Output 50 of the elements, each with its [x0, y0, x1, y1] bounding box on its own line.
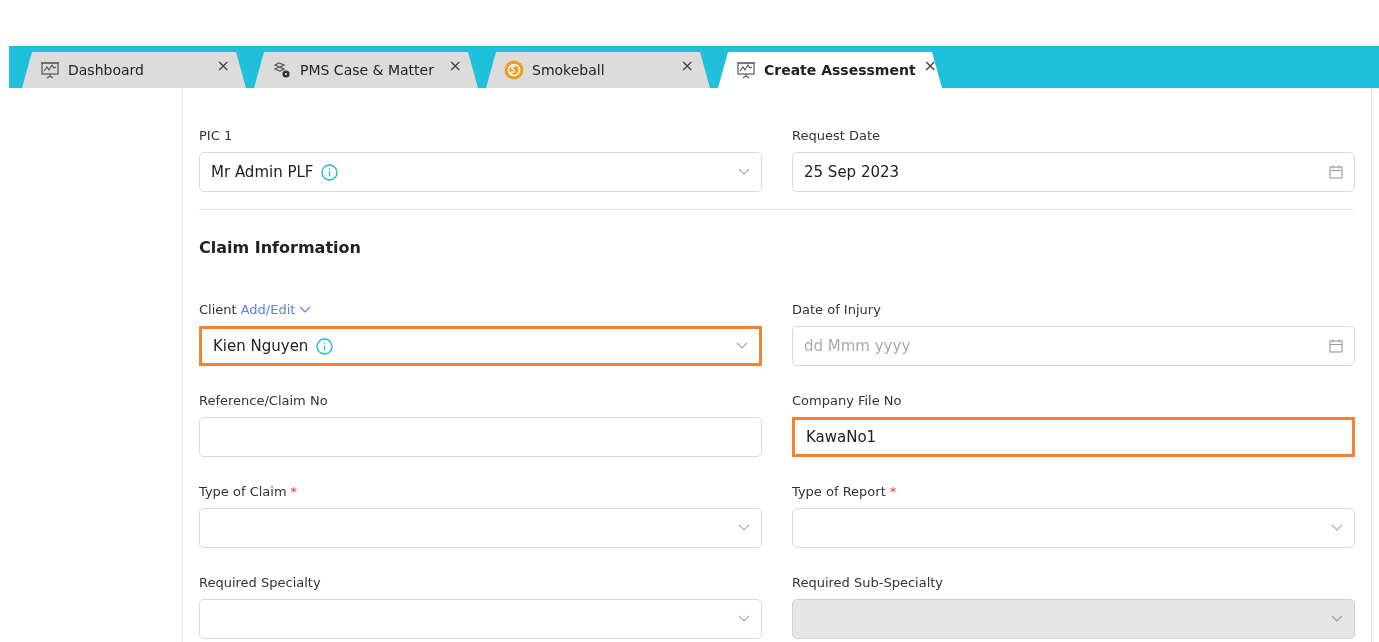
info-icon[interactable] [316, 337, 334, 355]
field-placeholder: dd Mmm yyyy [804, 335, 911, 357]
field-label: Company File No [792, 392, 902, 411]
select-field[interactable] [792, 508, 1355, 548]
info-icon[interactable] [321, 163, 339, 181]
input-field[interactable] [199, 417, 762, 457]
select-field[interactable]: Kien Nguyen [199, 326, 762, 366]
field-label: Type of Claim [199, 483, 287, 502]
select-field[interactable]: Mr Admin PLF [199, 152, 762, 192]
field-label: Client [199, 301, 237, 320]
field-label: Type of Report [792, 483, 886, 502]
field-label: PIC 1 [199, 127, 233, 146]
field-value: Kien Nguyen [213, 335, 309, 357]
chevron-down-icon [1331, 524, 1343, 532]
chevron-down-icon [738, 168, 750, 176]
field-label: Date of Injury [792, 301, 881, 320]
gears-icon [272, 61, 292, 79]
chevron-down-icon [299, 306, 312, 314]
calendar-icon[interactable] [1329, 165, 1343, 179]
close-icon[interactable]: × [216, 54, 230, 78]
field-label: Required Sub-Specialty [792, 574, 944, 593]
tab[interactable]: PMS Case & Matter × [254, 52, 478, 88]
required-asterisk: * [889, 483, 897, 502]
required-asterisk: * [290, 483, 298, 502]
field-value: Mr Admin PLF [211, 161, 314, 183]
field-value: 25 Sep 2023 [804, 161, 900, 183]
field-label: Reference/Claim No [199, 392, 328, 411]
brand-logo-icon [504, 60, 524, 80]
field-value: KawaNo1 [806, 426, 877, 448]
close-icon[interactable]: × [923, 54, 937, 78]
presentation-chart-icon [736, 61, 756, 79]
add-edit-link[interactable]: Add/Edit [240, 300, 312, 320]
chevron-down-icon [738, 524, 750, 532]
select-field[interactable] [199, 599, 762, 639]
close-icon[interactable]: × [448, 54, 462, 78]
section-title: Claim Information [199, 237, 362, 259]
tab[interactable]: Smokeball × [486, 52, 710, 88]
presentation-chart-icon [40, 61, 60, 79]
field-label: Request Date [792, 127, 880, 146]
close-icon[interactable]: × [680, 54, 694, 78]
chevron-down-icon [738, 615, 750, 623]
tab[interactable]: Dashboard × [22, 52, 246, 88]
date-field[interactable]: 25 Sep 2023 [792, 152, 1355, 192]
select-field[interactable] [199, 508, 762, 548]
calendar-icon[interactable] [1329, 339, 1343, 353]
tab[interactable]: Create Assessment × [718, 52, 942, 88]
input-field[interactable]: KawaNo1 [792, 417, 1355, 457]
chevron-down-icon [1331, 615, 1343, 623]
chevron-down-icon [736, 342, 748, 350]
field-label: Required Specialty [199, 574, 321, 593]
